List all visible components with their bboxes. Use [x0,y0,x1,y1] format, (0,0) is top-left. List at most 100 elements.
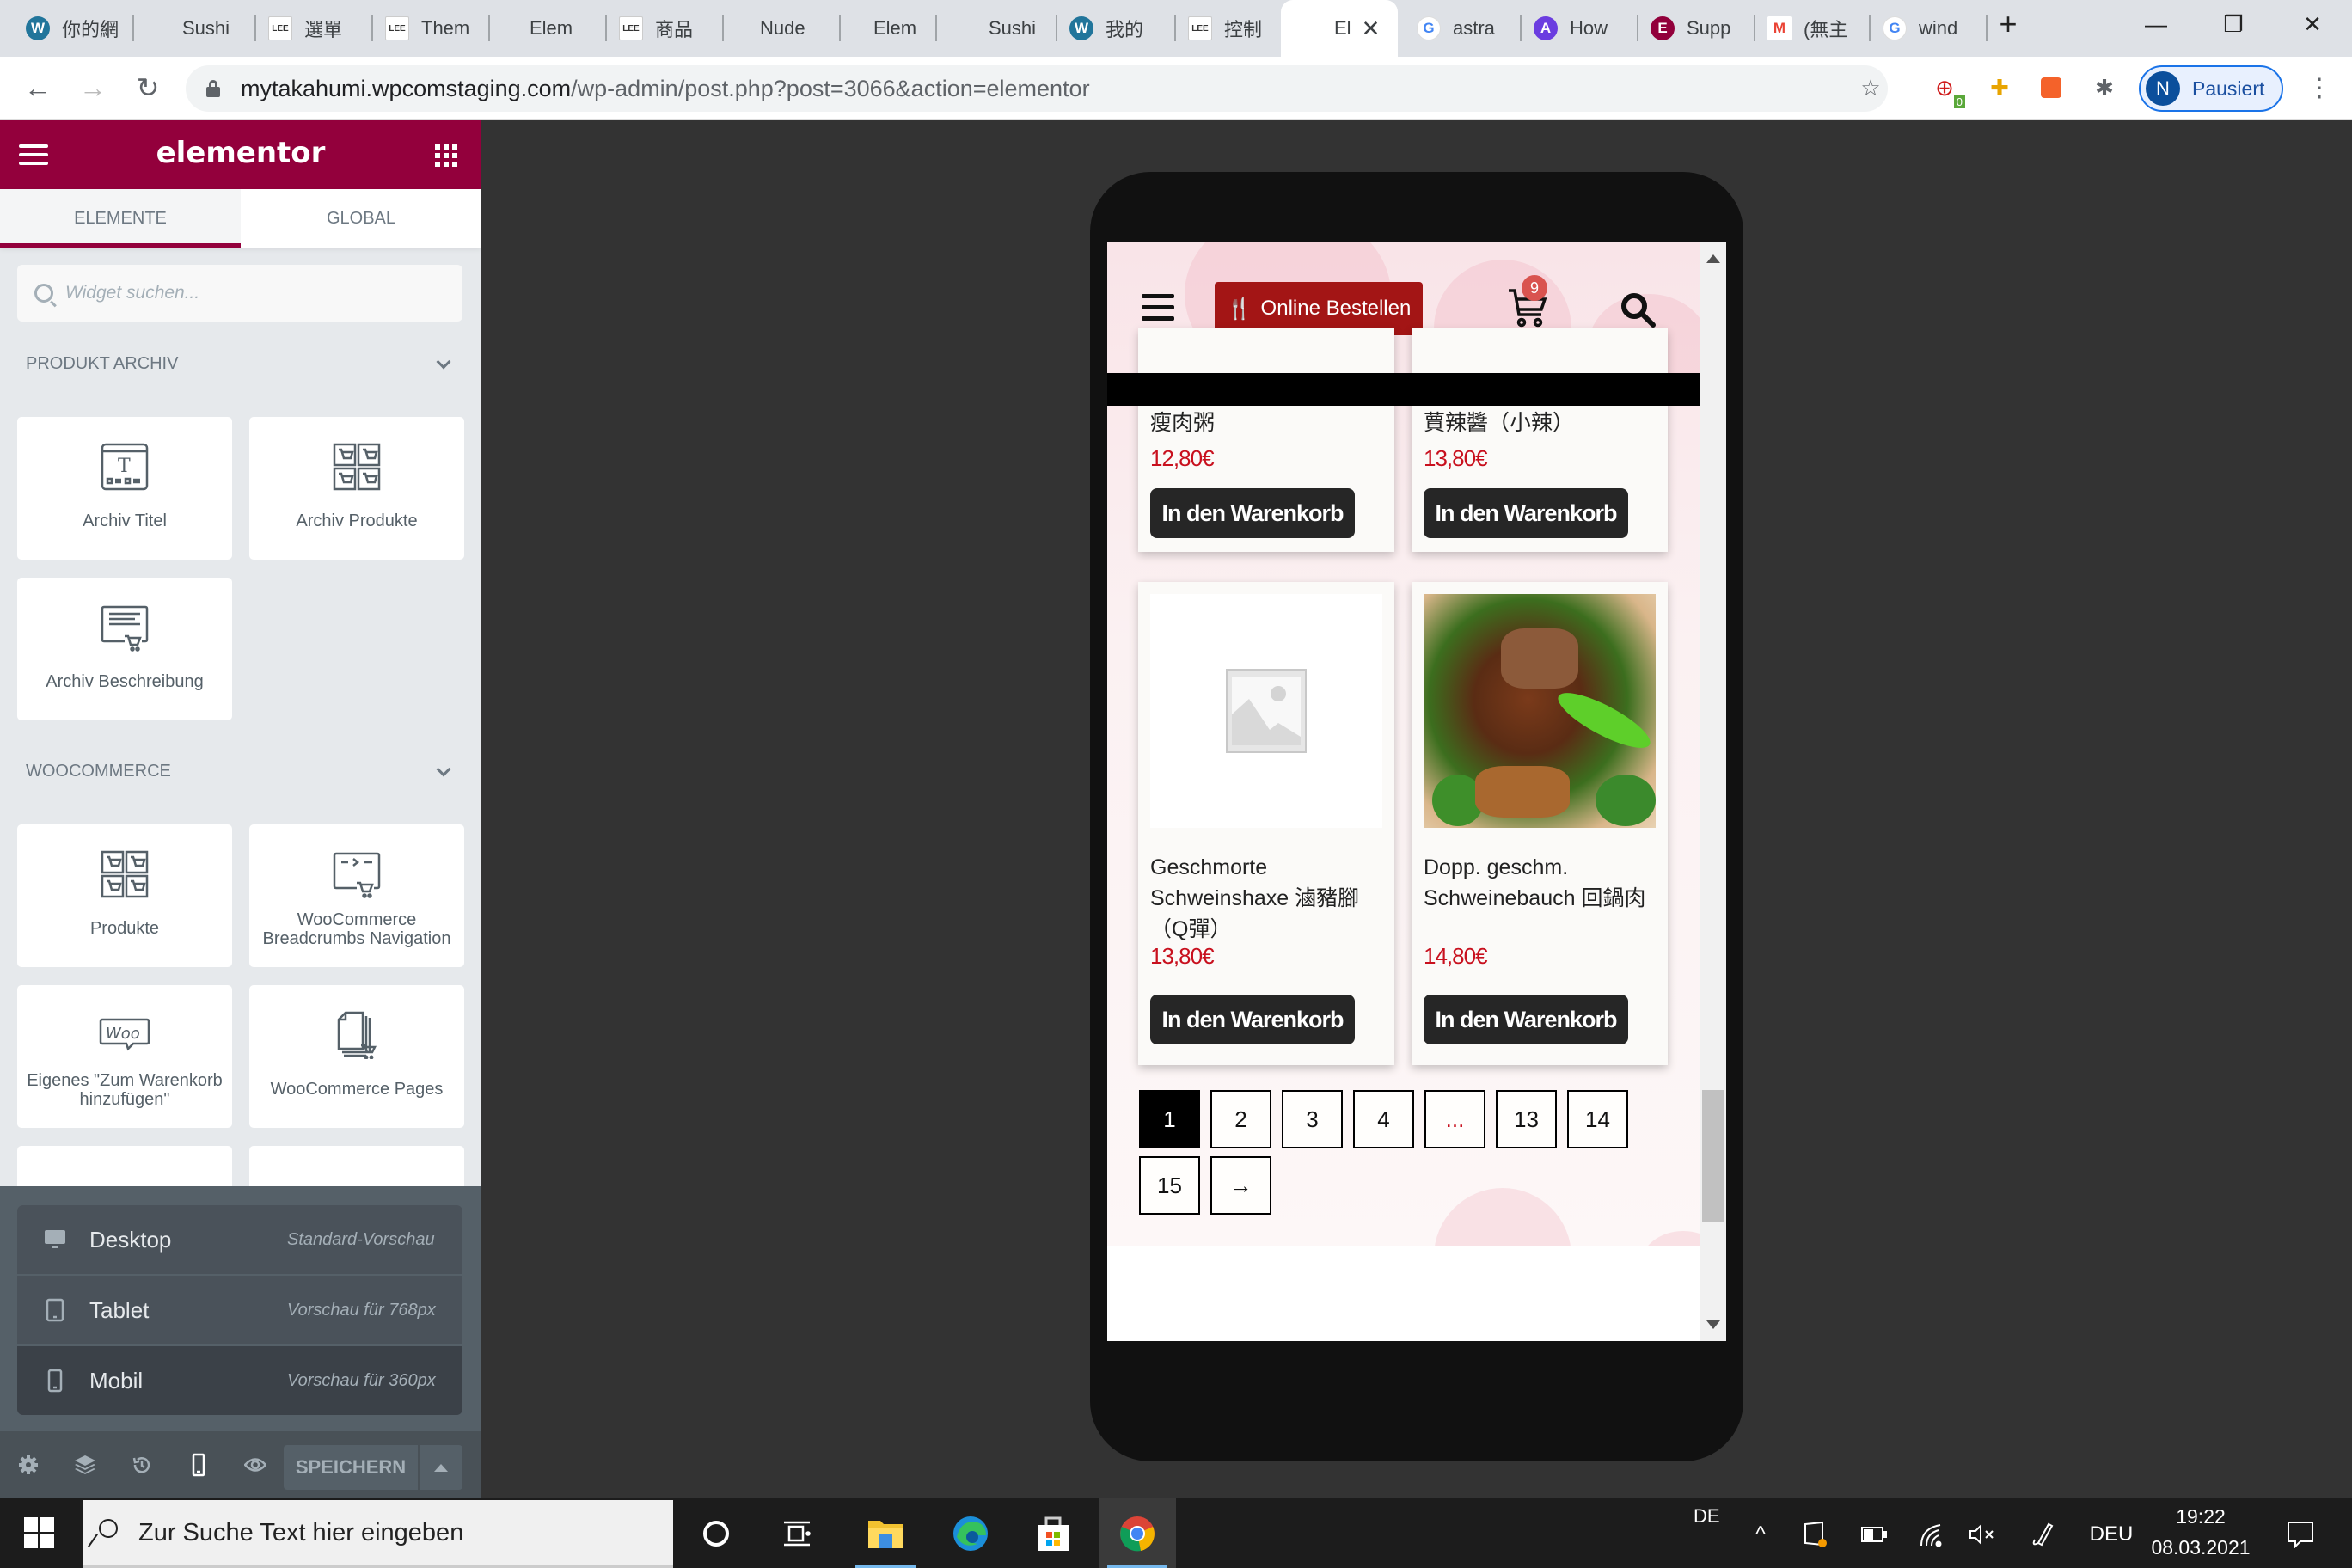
save-button[interactable]: Speichern [284,1445,418,1490]
minimize-button[interactable]: — [2130,7,2182,41]
browser-tab[interactable]: M (無主 [1755,5,1871,52]
profile-button[interactable]: N Pausiert [2139,65,2283,112]
product-title[interactable]: Dopp. geschm. Schweinebauch 回鍋肉 [1424,852,1660,914]
responsive-mobile[interactable]: Mobil Vorschau für 360px [17,1346,462,1415]
restore-button[interactable]: ❐ [2208,7,2259,41]
reload-button[interactable]: ↻ [129,69,167,107]
extension-lastpass-icon[interactable]: ⊕ 0 [1929,72,1965,108]
widget-custom-add-to-cart[interactable]: Woo Eigenes "Zum Warenkorb hinzufügen" [17,985,232,1128]
browser-tab[interactable]: Elem [490,5,607,52]
widget-archiv-titel[interactable]: T Archiv Titel [17,417,232,560]
volume-muted-icon[interactable] [1965,1517,2000,1552]
save-options-button[interactable] [420,1445,462,1490]
widgets-grid-icon[interactable] [435,144,457,167]
clock-date[interactable]: 08.03.2021 [2149,1533,2252,1562]
browser-tab[interactable]: LEE Them [373,5,490,52]
browser-tab[interactable]: Nude [724,5,841,52]
edge-icon[interactable] [932,1498,1009,1568]
tab-elemente[interactable]: Elemente [0,189,241,248]
responsive-tablet[interactable]: Tablet Vorschau für 768px [17,1276,462,1346]
scrollbar-thumb[interactable] [1702,1090,1724,1222]
page-link[interactable]: 4 [1353,1090,1414,1148]
chrome-taskbar-icon[interactable] [1099,1498,1176,1568]
add-to-cart-button[interactable]: In den Warenkorb [1424,995,1628,1044]
browser-tab[interactable]: G wind [1871,5,1988,52]
show-hidden-icons-chevron[interactable]: ^ [1745,1517,1776,1552]
widget-produkte[interactable]: Produkte [17,824,232,967]
add-to-cart-button[interactable]: In den Warenkorb [1150,995,1355,1044]
url-input[interactable]: mytakahumi.wpcomstaging.com/wp-admin/pos… [186,65,1888,112]
browser-tab[interactable]: G astra [1405,5,1522,52]
page-next[interactable]: → [1210,1156,1271,1215]
battery-icon[interactable] [1857,1517,1891,1552]
online-order-button[interactable]: 🍴 Online Bestellen [1215,282,1423,335]
add-to-cart-button[interactable]: In den Warenkorb [1424,488,1628,538]
microsoft-store-icon[interactable] [1014,1498,1092,1568]
browser-tab[interactable]: W 你的網 [14,5,134,52]
sync-tray-icon[interactable] [1798,1517,1833,1552]
preview-eye-icon[interactable] [241,1450,270,1479]
taskbar-search-input[interactable] [138,1518,654,1547]
action-center-icon[interactable] [2282,1516,2319,1553]
extension-screenshot-icon[interactable] [2036,72,2067,103]
widget-woocommerce-pages[interactable]: WooCommerce Pages [249,985,464,1128]
category-woocommerce[interactable]: WooCommerce [26,762,456,781]
page-link[interactable]: 3 [1282,1090,1343,1148]
file-explorer-icon[interactable] [847,1498,924,1568]
clock-time[interactable]: 19:22 [2149,1502,2252,1531]
responsive-mode-icon[interactable] [184,1450,213,1479]
browser-tab[interactable]: E Supp [1638,5,1755,52]
widget-search-input[interactable] [65,283,444,303]
responsive-desktop[interactable]: Desktop Standard-Vorschau [17,1205,462,1276]
language-indicator[interactable]: DEU [2087,1517,2135,1552]
product-title[interactable]: Geschmorte Schweinshaxe 滷豬腳（Q彈） [1150,852,1387,945]
widget-woocommerce-breadcrumbs[interactable]: WooCommerce Breadcrumbs Navigation [249,824,464,967]
back-button[interactable]: ← [19,69,57,107]
browser-tab[interactable]: W 我的 [1057,5,1176,52]
site-menu-icon[interactable] [1142,294,1174,321]
extensions-puzzle-icon[interactable]: ✱ [2089,72,2120,103]
product-title[interactable]: 蕒辣醬（小辣） [1424,407,1660,438]
navigator-layers-icon[interactable] [70,1450,100,1479]
widget-archiv-beschreibung[interactable]: Archiv Beschreibung [17,578,232,720]
new-tab-button[interactable]: + [1982,6,2034,41]
product-image-placeholder[interactable] [1150,594,1382,828]
browser-tab[interactable]: Elem [841,5,937,52]
settings-gear-icon[interactable] [14,1450,43,1479]
input-method-indicator[interactable]: DE [1694,1505,1720,1528]
browser-tab[interactable]: LEE 商品 [607,5,724,52]
bookmark-star-icon[interactable]: ☆ [1855,72,1886,103]
category-produkt-archiv[interactable]: Produkt Archiv [26,354,456,374]
browser-tab[interactable]: LEE 選單 [256,5,373,52]
add-to-cart-button[interactable]: In den Warenkorb [1150,488,1355,538]
extension-plus-icon[interactable]: ✚ [1984,72,2015,103]
product-image-food-photo[interactable] [1424,594,1656,828]
page-link[interactable]: 2 [1210,1090,1271,1148]
page-link[interactable]: 15 [1139,1156,1200,1215]
page-link[interactable]: 13 [1496,1090,1557,1148]
browser-tab[interactable]: Sushi [134,5,256,52]
forward-button[interactable]: → [74,69,112,107]
scroll-up-arrow-icon[interactable] [1706,254,1720,263]
widget-archiv-produkte[interactable]: Archiv Produkte [249,417,464,560]
cortana-icon[interactable] [677,1498,755,1568]
windows-start-icon[interactable] [24,1517,55,1548]
wifi-icon[interactable] [1914,1517,1948,1552]
close-window-button[interactable]: ✕ [2287,7,2338,41]
browser-tab-active[interactable]: El ✕ [1281,0,1398,57]
browser-tab[interactable]: A How [1522,5,1638,52]
site-search-icon[interactable] [1619,291,1657,328]
scroll-down-arrow-icon[interactable] [1706,1320,1720,1329]
tab-global[interactable]: Global [241,189,481,248]
browser-tab[interactable]: LEE 控制 [1176,5,1279,52]
close-tab-icon[interactable]: ✕ [1362,15,1381,42]
browser-tab[interactable]: Sushi [937,5,1057,52]
lock-icon[interactable] [206,80,220,97]
history-icon[interactable] [127,1450,156,1479]
chrome-menu-icon[interactable]: ⋮ [2304,72,2335,103]
product-title[interactable]: 瘦肉粥 [1150,407,1387,438]
preview-scrollbar[interactable] [1700,242,1726,1341]
task-view-icon[interactable] [758,1498,836,1568]
page-link[interactable]: 14 [1567,1090,1628,1148]
pen-ink-icon[interactable] [2025,1517,2060,1552]
